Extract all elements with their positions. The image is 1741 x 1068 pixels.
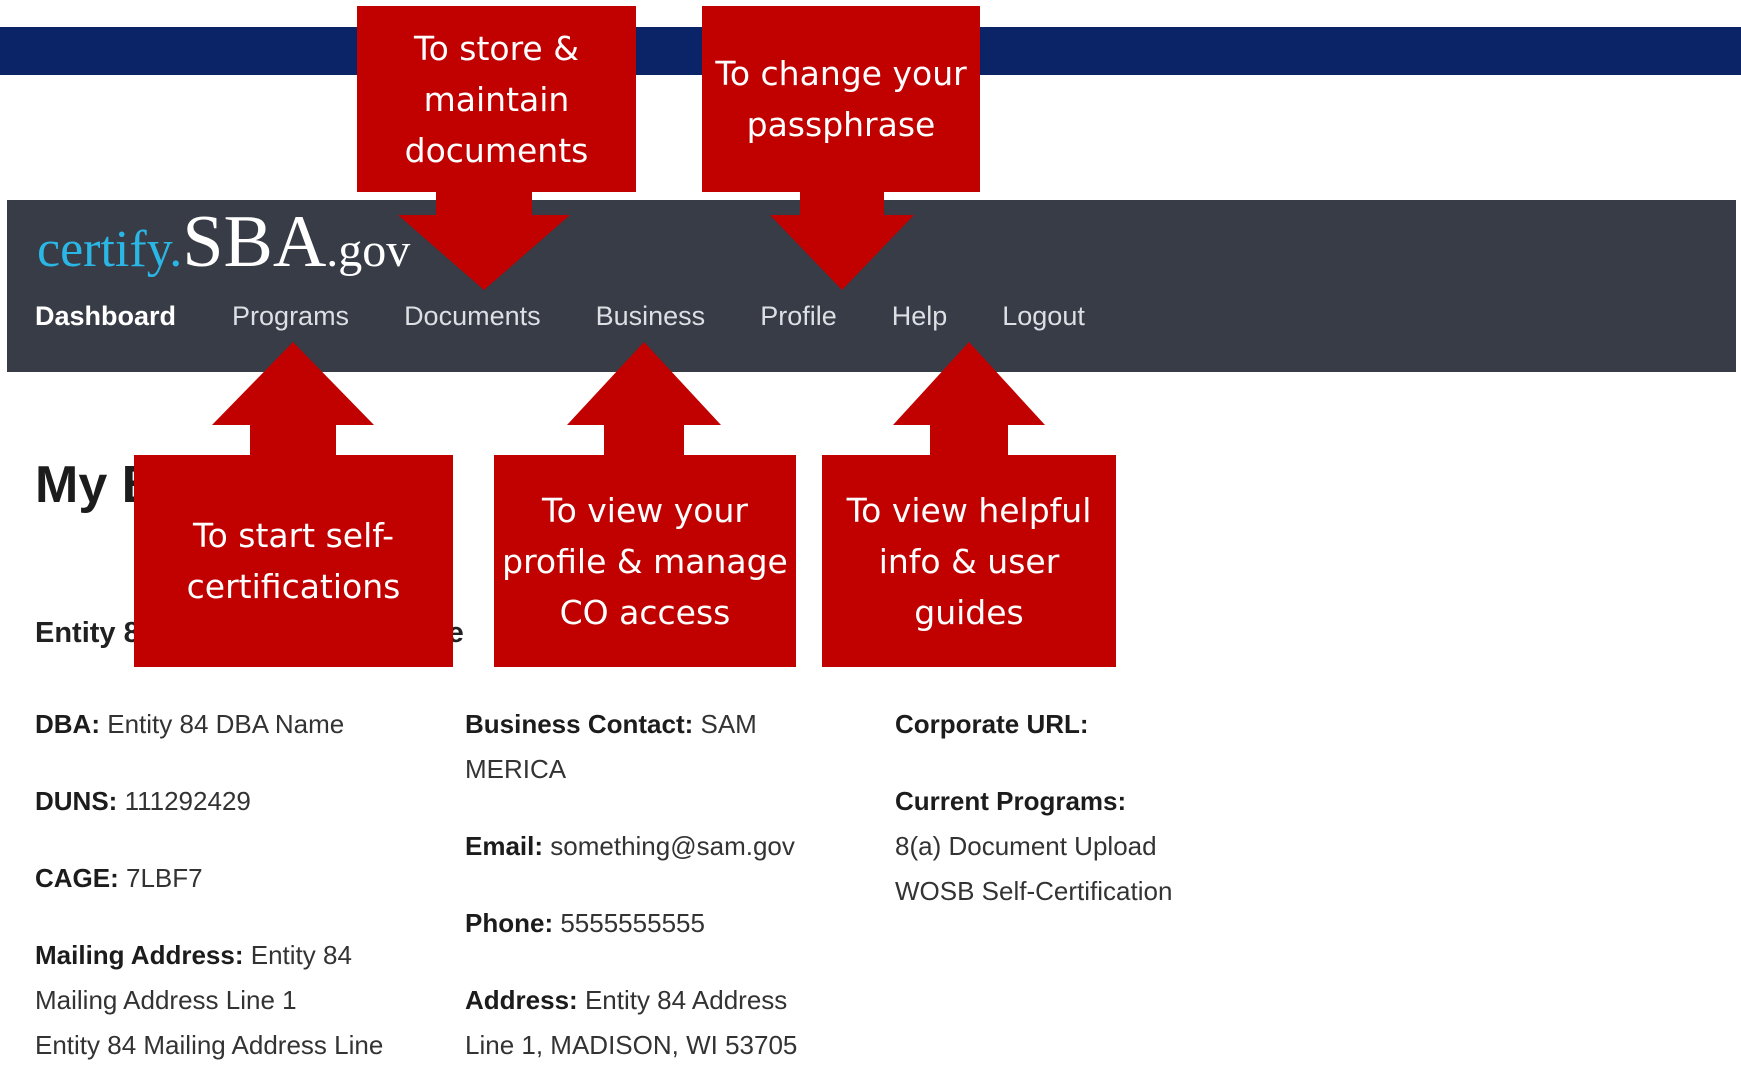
current-programs-field: Current Programs: 8(a) Document Upload WOS… bbox=[895, 779, 1315, 914]
arrow-up-help bbox=[893, 342, 1045, 458]
arrow-up-business bbox=[567, 342, 721, 458]
dba-value: Entity 84 DBA Name bbox=[107, 709, 345, 739]
business-contact-label: Business Contact: bbox=[465, 709, 694, 739]
cage-value: 7LBF7 bbox=[126, 863, 203, 893]
business-contact-field: Business Contact: SAM MERICA bbox=[465, 702, 865, 792]
address-value: Entity 84 Address bbox=[584, 985, 788, 1015]
corporate-url-field: Corporate URL: bbox=[895, 702, 1315, 747]
phone-value: 5555555555 bbox=[560, 908, 705, 938]
callout-programs: To start self-certifications bbox=[134, 455, 453, 667]
email-field: Email: something@sam.gov bbox=[465, 824, 865, 869]
phone-field: Phone: 5555555555 bbox=[465, 901, 865, 946]
address-label: Address: bbox=[465, 985, 578, 1015]
address-cutoff: Line 1, MADISON, WI 53705 bbox=[465, 1030, 798, 1060]
logo-sba: SBA bbox=[182, 201, 327, 283]
nav-help[interactable]: Help bbox=[892, 301, 948, 332]
program-8a-document-upload: 8(a) Document Upload bbox=[895, 831, 1157, 861]
business-details-column-1: DBA: Entity 84 DBA Name DUNS: 111292429 … bbox=[35, 702, 435, 1068]
duns-value: 111292429 bbox=[124, 786, 251, 816]
callout-documents: To store & maintain documents bbox=[357, 6, 636, 192]
site-logo[interactable]: certify. SBA .gov bbox=[37, 200, 410, 283]
logo-certify: certify. bbox=[37, 221, 183, 278]
nav-documents[interactable]: Documents bbox=[404, 301, 541, 332]
email-label: Email: bbox=[465, 831, 544, 861]
duns-field: DUNS: 111292429 bbox=[35, 779, 435, 824]
business-details-column-2: Business Contact: SAM MERICA Email: some… bbox=[465, 702, 865, 1068]
mailing-address-cutoff: Entity 84 Mailing Address Line bbox=[35, 1030, 384, 1060]
arrow-down-documents bbox=[398, 190, 570, 290]
address-field: Address: Entity 84 Address Line 1, MADISO… bbox=[465, 978, 865, 1068]
current-programs-label: Current Programs: bbox=[895, 786, 1127, 816]
callout-business: To view your profile & manage CO access bbox=[494, 455, 796, 667]
arrow-down-profile bbox=[770, 190, 914, 290]
nav-programs[interactable]: Programs bbox=[232, 301, 349, 332]
dba-label: DBA: bbox=[35, 709, 100, 739]
corporate-url-label: Corporate URL: bbox=[895, 709, 1089, 739]
callout-passphrase: To change your passphrase bbox=[702, 6, 980, 192]
nav-business[interactable]: Business bbox=[596, 301, 706, 332]
phone-label: Phone: bbox=[465, 908, 554, 938]
callout-help: To view helpful info & user guides bbox=[822, 455, 1116, 667]
email-value: something@sam.gov bbox=[550, 831, 795, 861]
duns-label: DUNS: bbox=[35, 786, 118, 816]
main-nav: Dashboard Programs Documents Business Pr… bbox=[35, 296, 1140, 336]
business-details-column-3: Corporate URL: Current Programs: 8(a) Doc… bbox=[895, 702, 1315, 946]
arrow-up-programs bbox=[212, 342, 374, 458]
dba-field: DBA: Entity 84 DBA Name bbox=[35, 702, 435, 747]
program-wosb-self-certification: WOSB Self-Certification bbox=[895, 876, 1173, 906]
cage-field: CAGE: 7LBF7 bbox=[35, 856, 435, 901]
mailing-address-label: Mailing Address: bbox=[35, 940, 244, 970]
mailing-address-field: Mailing Address: Entity 84 Mailing Addre… bbox=[35, 933, 435, 1068]
nav-profile[interactable]: Profile bbox=[760, 301, 837, 332]
cage-label: CAGE: bbox=[35, 863, 119, 893]
nav-logout[interactable]: Logout bbox=[1002, 301, 1085, 332]
nav-dashboard[interactable]: Dashboard bbox=[35, 301, 176, 332]
